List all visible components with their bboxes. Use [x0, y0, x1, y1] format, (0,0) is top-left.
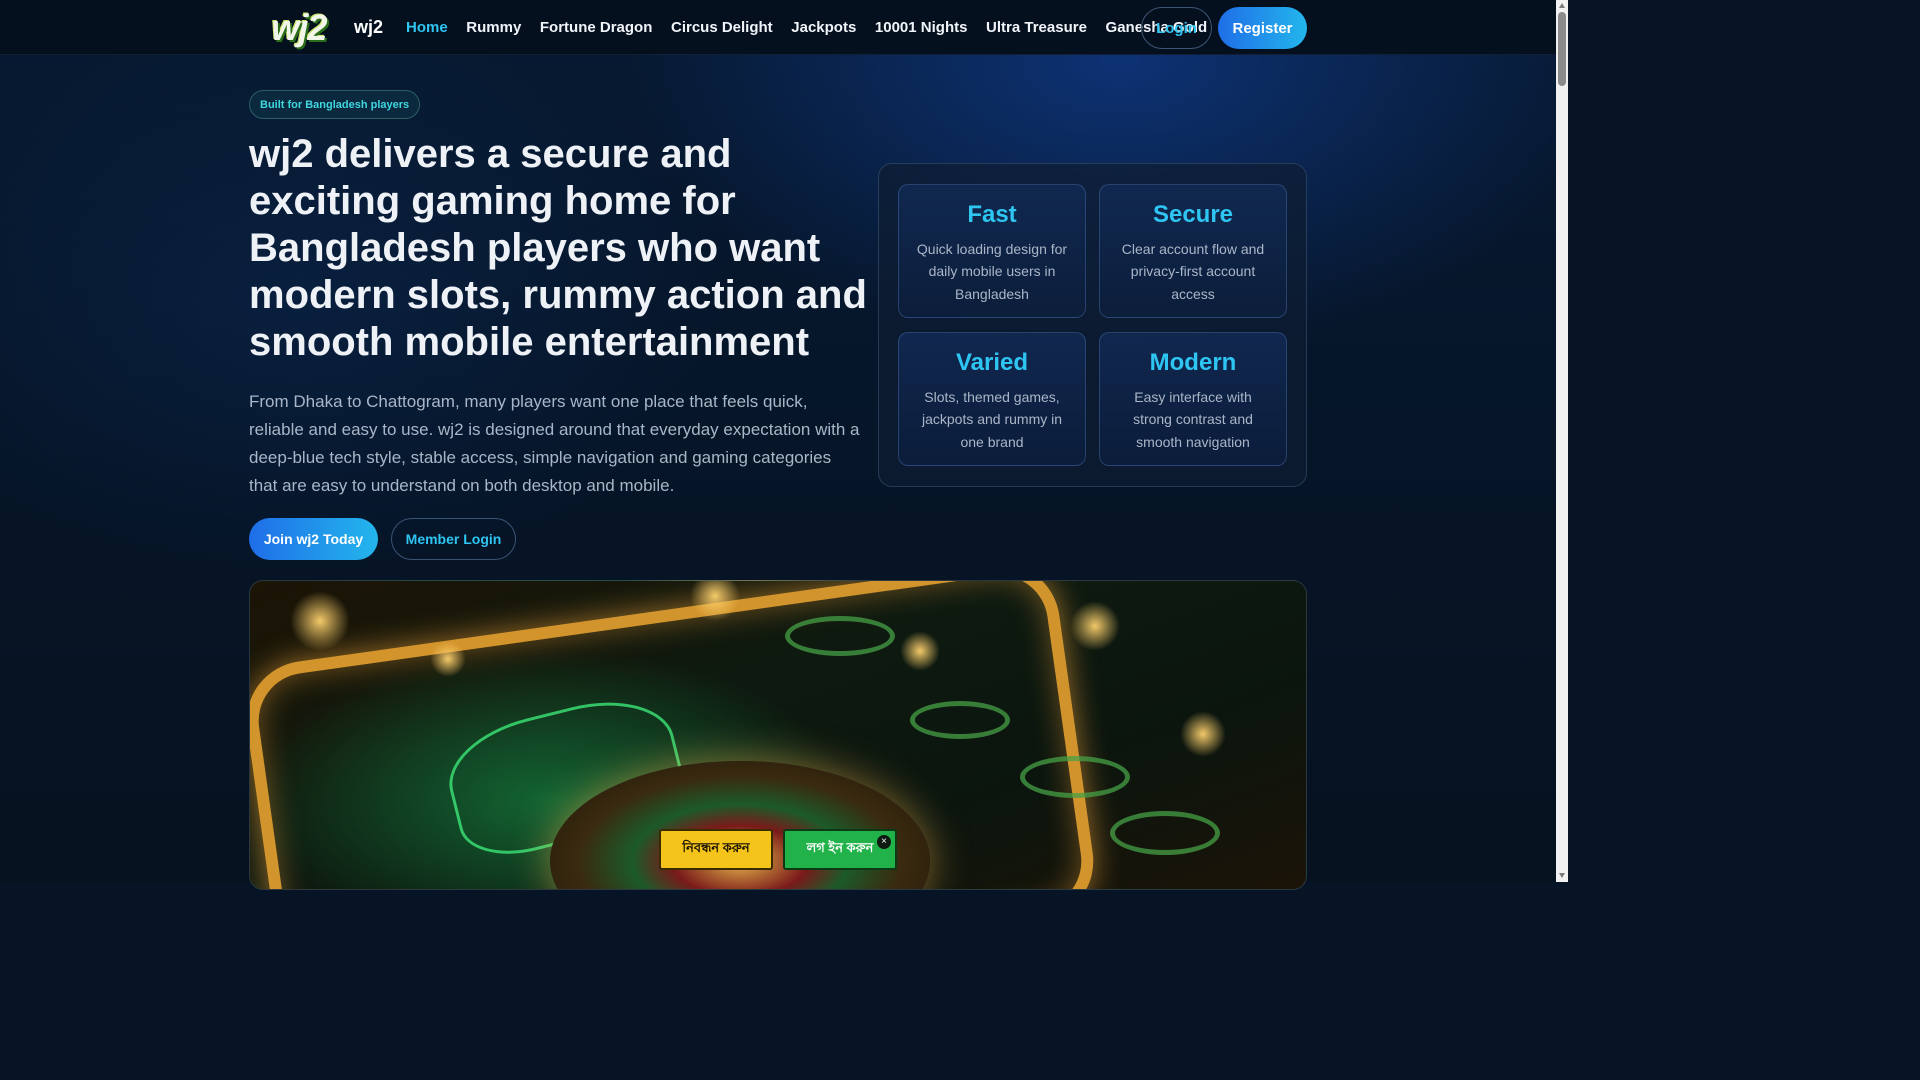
- nav-item-circus-delight[interactable]: Circus Delight: [671, 19, 773, 36]
- close-icon[interactable]: ×: [877, 835, 891, 849]
- feature-title: Secure: [1152, 201, 1234, 228]
- feature-text: Quick loading design for daily mobile us…: [916, 241, 1068, 302]
- logo-text: wj2: [271, 7, 327, 48]
- feature-card-secure: Secure Clear account flow and privacy-fi…: [1099, 184, 1287, 318]
- feature-text: Slots, themed games, jackpots and rummy …: [921, 389, 1063, 450]
- hero-title: wj2 delivers a secure and exciting gamin…: [249, 132, 867, 364]
- nav-item-home[interactable]: Home: [406, 19, 448, 36]
- nav-item-ultra-treasure[interactable]: Ultra Treasure: [986, 19, 1087, 36]
- wj2-logo[interactable]: wj2: [251, 7, 347, 48]
- scroll-up-arrow-icon[interactable]: [1559, 3, 1565, 8]
- feature-title: Fast: [967, 201, 1017, 228]
- feature-panel: Fast Quick loading design for daily mobi…: [878, 163, 1307, 487]
- site-header: wj2 wj2 Home Rummy Fortune Dragon Circus…: [0, 0, 1556, 55]
- chip-stack: [785, 616, 895, 656]
- feature-card-fast: Fast Quick loading design for daily mobi…: [898, 184, 1086, 318]
- nav-item-rummy[interactable]: Rummy: [466, 19, 521, 36]
- nav-item-jackpots[interactable]: Jackpots: [791, 19, 856, 36]
- join-button[interactable]: Join wj2 Today: [249, 518, 378, 560]
- scrollbar-thumb[interactable]: [1558, 12, 1566, 86]
- hero-description: From Dhaka to Chattogram, many players w…: [249, 392, 860, 495]
- nav-item-10001-nights[interactable]: 10001 Nights: [875, 19, 968, 36]
- light-glow: [290, 591, 350, 651]
- chip-stack: [1020, 756, 1130, 798]
- chip-stack: [1110, 811, 1220, 855]
- feature-text: Clear account flow and privacy-first acc…: [1121, 241, 1265, 302]
- feature-card-modern: Modern Easy interface with strong contra…: [1099, 332, 1287, 466]
- member-login-button[interactable]: Member Login: [391, 518, 516, 560]
- light-glow: [1180, 711, 1226, 757]
- scroll-down-arrow-icon[interactable]: [1559, 873, 1565, 878]
- feature-title: Modern: [1149, 349, 1237, 376]
- light-glow: [430, 641, 466, 677]
- register-button[interactable]: Register: [1218, 7, 1307, 49]
- nav-item-fortune-dragon[interactable]: Fortune Dragon: [540, 19, 653, 36]
- login-button[interactable]: Login: [1141, 7, 1212, 49]
- main-nav: Home Rummy Fortune Dragon Circus Delight…: [406, 19, 1226, 36]
- chip-stack: [910, 701, 1010, 739]
- feature-text: Easy interface with strong contrast and …: [1133, 389, 1253, 450]
- audience-badge: Built for Bangladesh players: [249, 90, 421, 119]
- light-glow: [900, 631, 940, 671]
- scrollbar[interactable]: [1556, 0, 1568, 882]
- brand-name[interactable]: wj2: [354, 17, 383, 38]
- feature-title: Varied: [955, 349, 1029, 376]
- feature-card-varied: Varied Slots, themed games, jackpots and…: [898, 332, 1086, 466]
- roulette-hero-image: [249, 580, 1307, 890]
- light-glow: [1070, 601, 1120, 651]
- floating-register-button[interactable]: নিবন্ধন করুন: [659, 829, 773, 870]
